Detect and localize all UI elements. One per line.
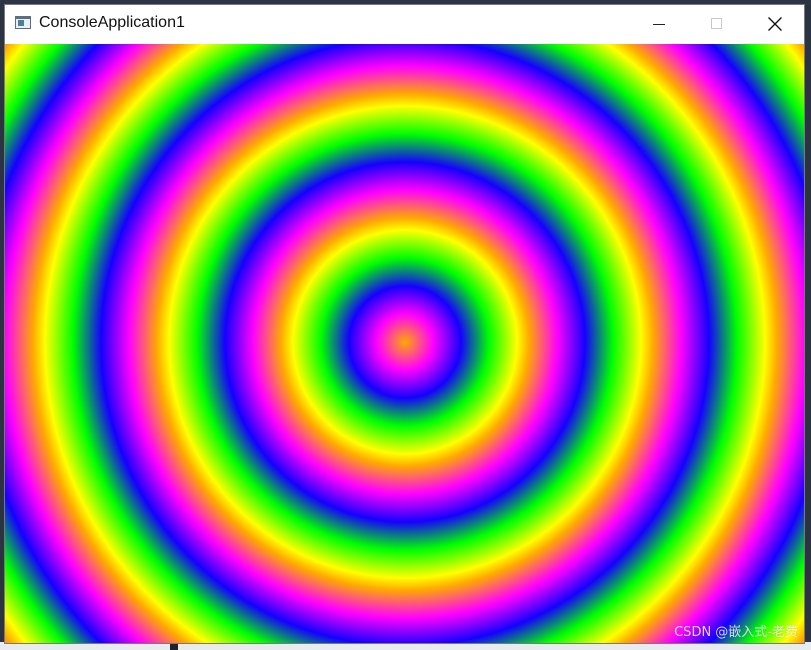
title-bar[interactable]: ConsoleApplication1 xyxy=(5,5,804,44)
minimize-icon xyxy=(653,24,665,25)
render-canvas: CSDN @嵌入式-老费 xyxy=(5,44,804,643)
window-title: ConsoleApplication1 xyxy=(39,14,185,31)
maximize-icon xyxy=(711,18,722,29)
console-window-icon[interactable] xyxy=(15,16,31,29)
watermark: CSDN @嵌入式-老费 xyxy=(674,625,798,640)
close-button[interactable] xyxy=(746,5,804,44)
maximize-button[interactable] xyxy=(688,5,746,44)
close-icon xyxy=(768,17,782,31)
application-window: ConsoleApplication1 CSDN @嵌入式-老费 xyxy=(4,4,805,644)
minimize-button[interactable] xyxy=(630,5,688,44)
